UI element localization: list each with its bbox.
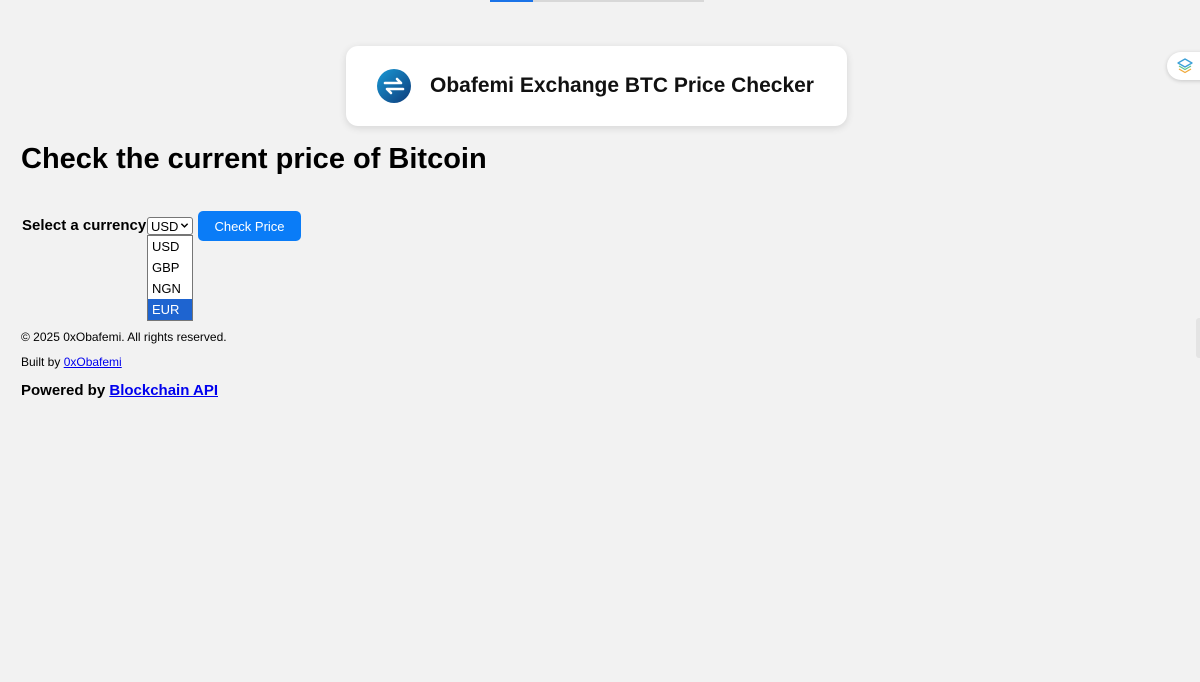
page-heading: Check the current price of Bitcoin bbox=[21, 143, 487, 175]
currency-select[interactable]: USD bbox=[147, 217, 193, 235]
dropdown-option-eur[interactable]: EUR bbox=[148, 299, 192, 320]
top-progress-fill bbox=[490, 0, 533, 2]
built-by-prefix: Built by bbox=[21, 355, 64, 369]
top-progress-strip bbox=[490, 0, 704, 2]
currency-label: Select a currency: bbox=[22, 217, 152, 234]
dropdown-option-ngn[interactable]: NGN bbox=[148, 278, 192, 299]
currency-dropdown-list: USD GBP NGN EUR bbox=[147, 235, 193, 321]
dropdown-option-usd[interactable]: USD bbox=[148, 236, 192, 257]
header-card: Obafemi Exchange BTC Price Checker bbox=[346, 46, 847, 126]
powered-by-prefix: Powered by bbox=[21, 382, 110, 399]
check-price-button[interactable]: Check Price bbox=[198, 211, 301, 241]
side-edge-tab[interactable] bbox=[1196, 318, 1200, 358]
powered-by-line: Powered by Blockchain API bbox=[21, 382, 218, 399]
dropdown-option-gbp[interactable]: GBP bbox=[148, 257, 192, 278]
blockchain-api-link[interactable]: Blockchain API bbox=[109, 382, 218, 399]
built-by-line: Built by 0xObafemi bbox=[21, 355, 122, 369]
app-title: Obafemi Exchange BTC Price Checker bbox=[430, 74, 814, 97]
author-link[interactable]: 0xObafemi bbox=[64, 355, 122, 369]
side-widget[interactable] bbox=[1167, 52, 1200, 80]
currency-select-value: USD bbox=[151, 218, 179, 234]
layers-icon bbox=[1177, 58, 1193, 74]
copyright-text: © 2025 0xObafemi. All rights reserved. bbox=[21, 330, 227, 344]
page: Obafemi Exchange BTC Price Checker Check… bbox=[0, 0, 1200, 682]
chevron-down-icon bbox=[180, 223, 189, 228]
exchange-arrows-icon bbox=[377, 69, 411, 103]
